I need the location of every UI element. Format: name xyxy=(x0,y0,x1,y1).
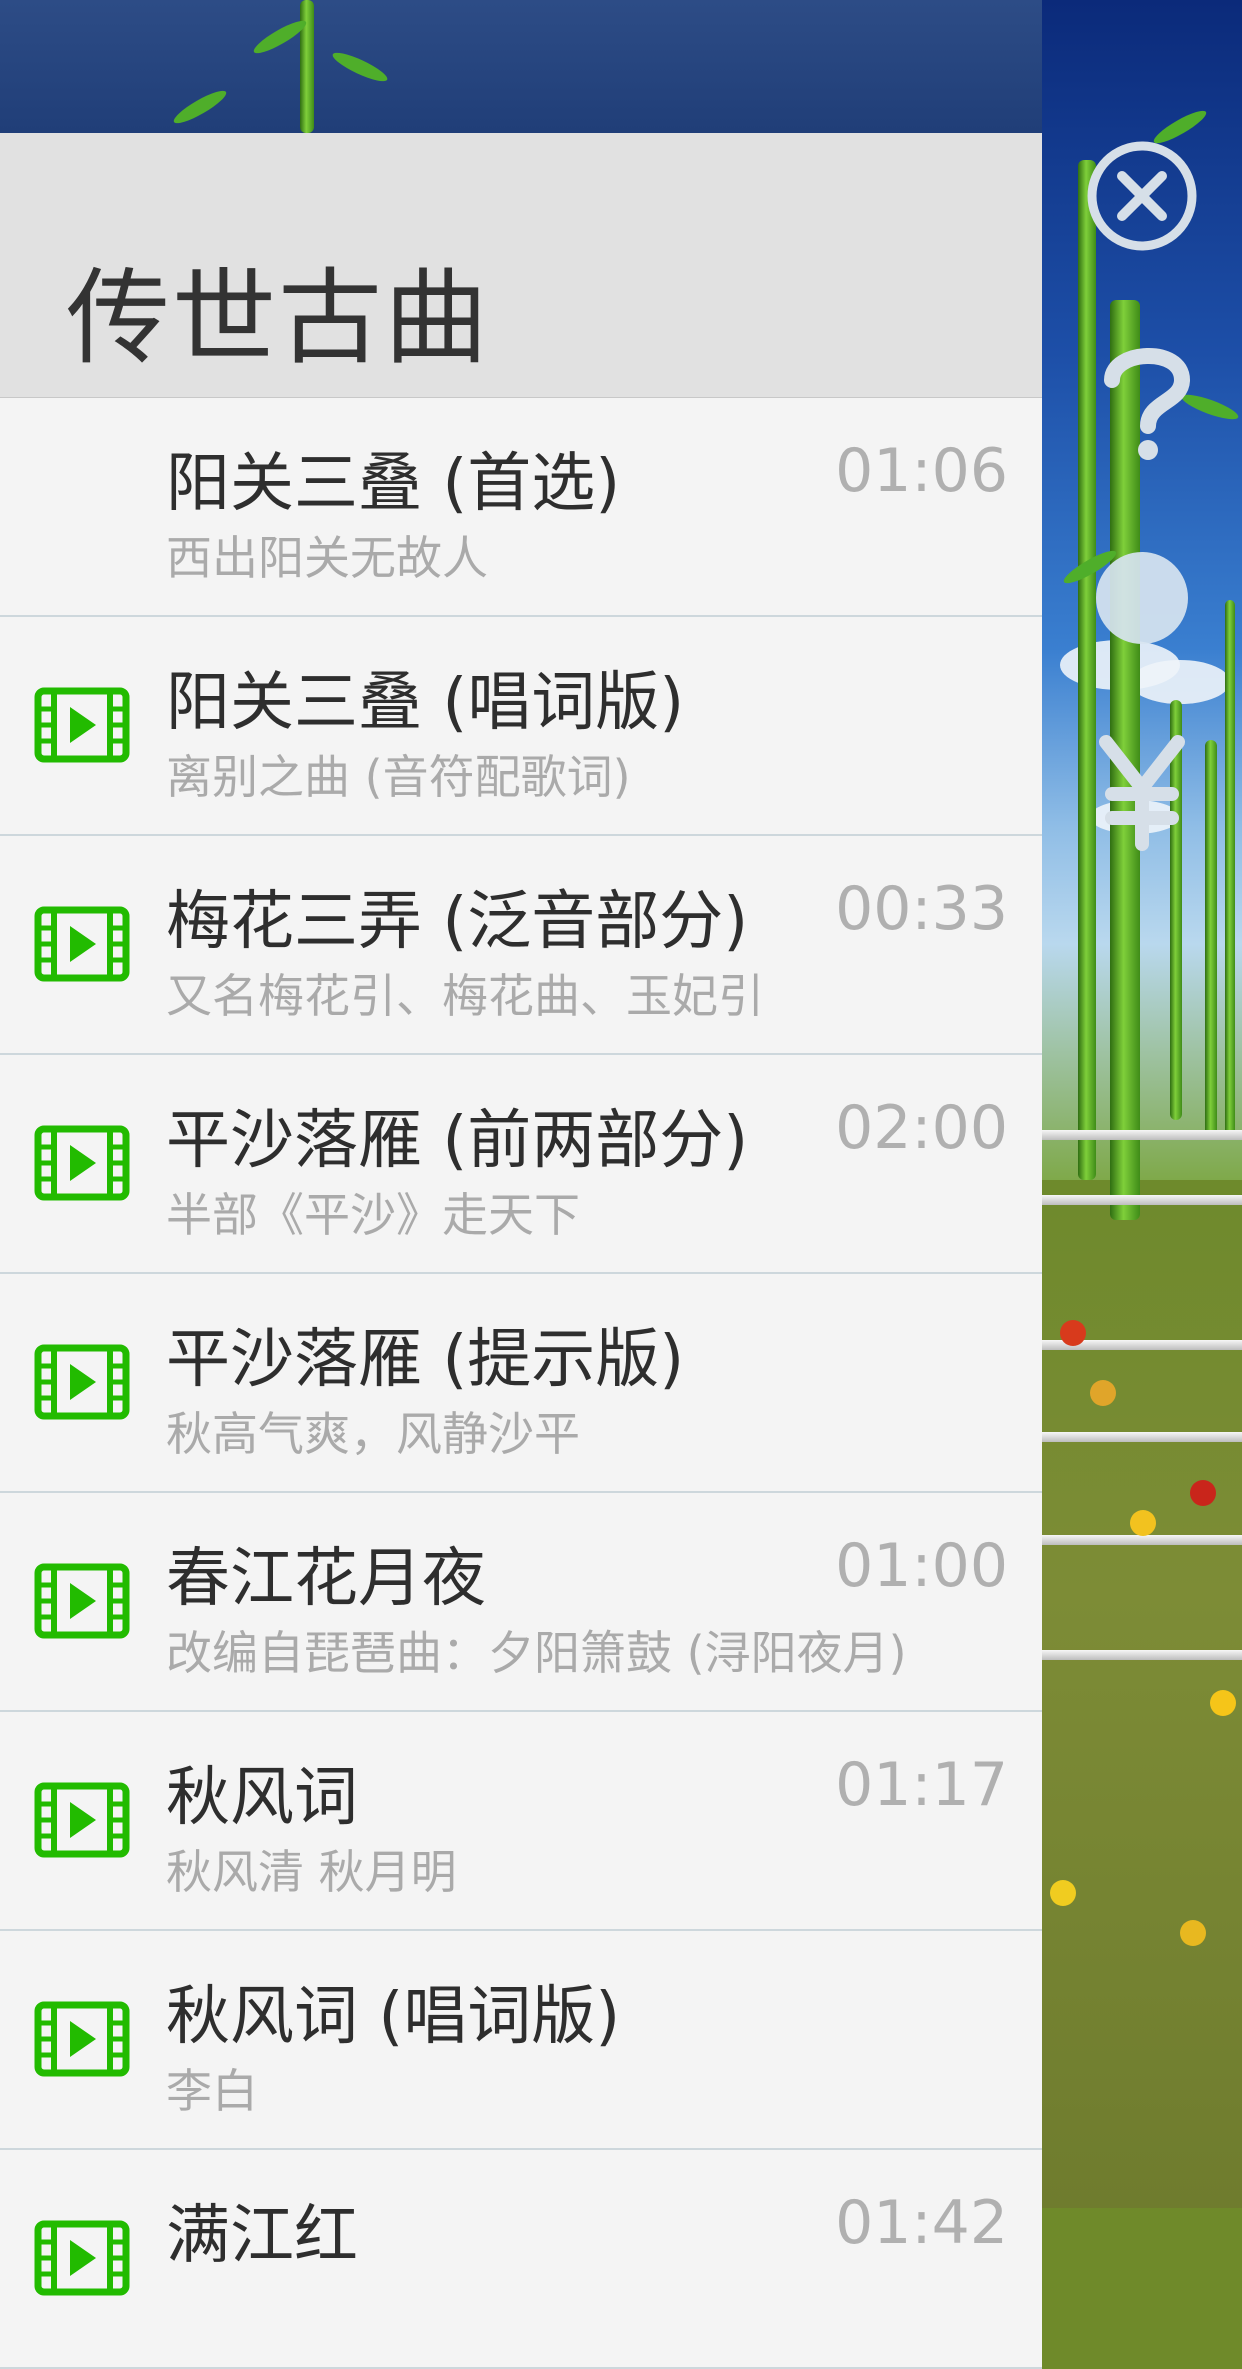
song-list-item[interactable]: 阳关三叠 (唱词版) 离别之曲 (音符配歌词) xyxy=(0,617,1042,836)
song-title: 平沙落雁 (前两部分) xyxy=(166,1104,749,1178)
fence-rail xyxy=(1040,1535,1242,1545)
song-subtitle: 西出阳关无故人 xyxy=(166,531,488,585)
song-list-item[interactable]: 秋风词 (唱词版) 李白 xyxy=(0,1931,1042,2150)
song-title: 秋风词 (唱词版) xyxy=(166,1980,621,2054)
video-play-icon[interactable] xyxy=(34,1782,130,1858)
video-play-icon[interactable] xyxy=(34,687,130,763)
close-button[interactable] xyxy=(1086,140,1198,252)
song-list-item[interactable]: 满江红 01:42 xyxy=(0,2150,1042,2369)
bamboo-leaf xyxy=(329,47,391,87)
bamboo-leaf xyxy=(170,85,230,129)
video-play-icon[interactable] xyxy=(34,1125,130,1201)
song-subtitle: 又名梅花引、梅花曲、玉妃引 xyxy=(166,969,764,1023)
song-list-item[interactable]: 阳关三叠 (首选) 西出阳关无故人 01:06 xyxy=(0,398,1042,617)
help-icon xyxy=(1104,348,1191,460)
song-list-panel: 传世古曲 阳关三叠 (首选) 西出阳关无故人 01:06 阳关三叠 (唱词版) 离别之曲… xyxy=(0,0,1042,2369)
flower xyxy=(1090,1380,1116,1406)
flower xyxy=(1190,1480,1216,1506)
video-play-icon[interactable] xyxy=(34,2220,130,2296)
song-duration: 01:17 xyxy=(835,1750,1008,1820)
song-subtitle: 秋高气爽，风静沙平 xyxy=(166,1407,580,1461)
flower xyxy=(1050,1880,1076,1906)
bamboo-stalk xyxy=(1225,600,1235,1140)
song-title: 阳关三叠 (首选) xyxy=(166,447,621,521)
song-title: 满江红 xyxy=(166,2199,358,2273)
flower xyxy=(1210,1690,1236,1716)
video-play-icon[interactable] xyxy=(34,1344,130,1420)
flower xyxy=(1130,1510,1156,1536)
bamboo-stalk xyxy=(1205,740,1217,1140)
song-duration: 00:33 xyxy=(835,874,1008,944)
song-list-item[interactable]: 平沙落雁 (提示版) 秋高气爽，风静沙平 xyxy=(0,1274,1042,1493)
video-play-icon[interactable] xyxy=(34,2001,130,2077)
yen-icon xyxy=(1099,735,1185,851)
page-title: 传世古曲 xyxy=(66,257,491,379)
cloud xyxy=(1130,660,1230,704)
song-list-item[interactable]: 秋风词秋风清 秋月明 01:17 xyxy=(0,1712,1042,1931)
fence-rail xyxy=(1040,1130,1242,1140)
song-subtitle: 秋风清 秋月明 xyxy=(166,1845,457,1899)
song-list-item[interactable]: 梅花三弄 (泛音部分) 又名梅花引、梅花曲、玉妃引 00:33 xyxy=(0,836,1042,1055)
flower xyxy=(1180,1920,1206,1946)
song-subtitle: 离别之曲 (音符配歌词) xyxy=(166,750,631,804)
song-duration: 01:06 xyxy=(835,436,1008,506)
record-button[interactable] xyxy=(1096,552,1188,644)
song-duration: 01:00 xyxy=(835,1531,1008,1601)
help-button[interactable] xyxy=(1090,340,1200,460)
song-title: 阳关三叠 (唱词版) xyxy=(166,666,685,740)
video-play-icon[interactable] xyxy=(34,906,130,982)
flower xyxy=(1060,1320,1086,1346)
song-title: 春江花月夜 xyxy=(166,1542,486,1616)
song-subtitle: 改编自琵琶曲：夕阳箫鼓 (浔阳夜月) xyxy=(166,1626,907,1680)
song-title: 秋风词 xyxy=(166,1761,358,1835)
video-play-icon[interactable] xyxy=(34,1563,130,1639)
panel-header: 传世古曲 xyxy=(0,133,1042,399)
song-duration: 02:00 xyxy=(835,1093,1008,1163)
song-list-item[interactable]: 春江花月夜改编自琵琶曲：夕阳箫鼓 (浔阳夜月) 01:00 xyxy=(0,1493,1042,1712)
fence-rail xyxy=(1040,1195,1242,1205)
song-title: 梅花三弄 (泛音部分) xyxy=(166,885,749,959)
song-subtitle: 李白 xyxy=(166,2064,258,2118)
song-list-item[interactable]: 平沙落雁 (前两部分) 半部《平沙》走天下 02:00 xyxy=(0,1055,1042,1274)
song-duration: 01:42 xyxy=(835,2188,1008,2258)
fence-rail xyxy=(1040,1650,1242,1660)
close-icon xyxy=(1087,141,1197,251)
top-strip xyxy=(0,0,1042,133)
fence-rail xyxy=(1040,1432,1242,1442)
song-title: 平沙落雁 (提示版) xyxy=(166,1323,685,1397)
song-subtitle: 半部《平沙》走天下 xyxy=(166,1188,580,1242)
donate-button[interactable] xyxy=(1092,732,1192,852)
bamboo-stalk xyxy=(1078,160,1096,1180)
song-list: 阳关三叠 (首选) 西出阳关无故人 01:06 阳关三叠 (唱词版) 离别之曲 (音符配… xyxy=(0,398,1042,2369)
